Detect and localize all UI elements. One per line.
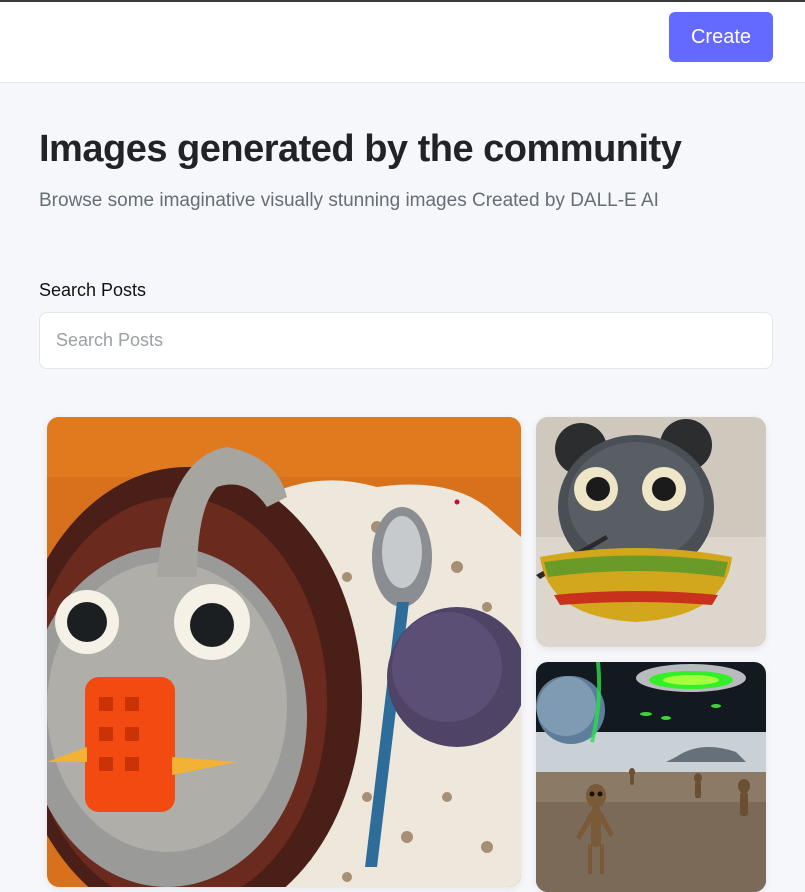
page-subtitle: Browse some imaginative visually stunnin… (39, 190, 659, 211)
page-title: Images generated by the community (39, 128, 682, 170)
yarn-monster-image (47, 417, 521, 887)
search-input[interactable] (39, 312, 773, 369)
gallery-card-yarn-monster[interactable] (47, 417, 521, 887)
knitted-creature-image (536, 417, 766, 647)
top-navbar: Create (0, 2, 805, 83)
gallery-card-alien-planet[interactable] (536, 662, 766, 892)
alien-planet-image (536, 662, 766, 892)
gallery-card-knitted-creature[interactable] (536, 417, 766, 647)
search-label: Search Posts (39, 280, 147, 300)
create-button[interactable]: Create (669, 12, 773, 62)
